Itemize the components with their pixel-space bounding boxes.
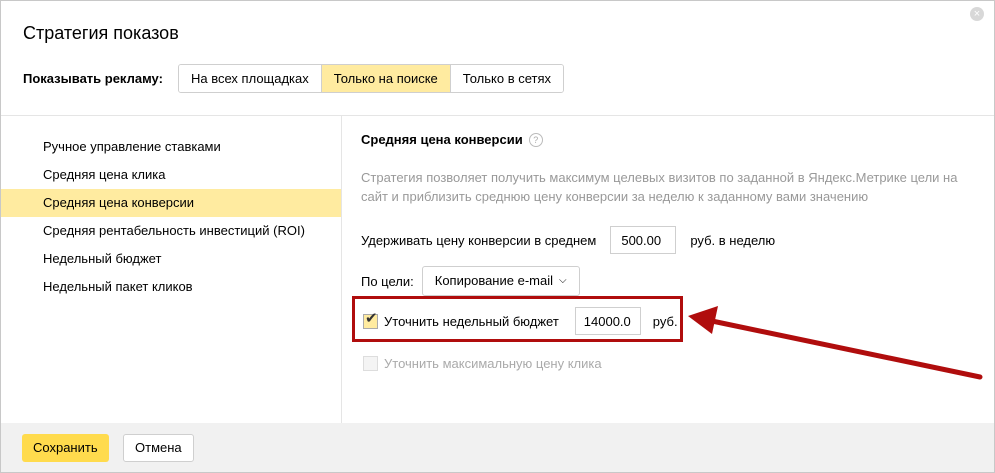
goal-label: По цели: xyxy=(361,273,414,289)
weekly-budget-row: ✔ Уточнить недельный бюджет 14000.0 руб. xyxy=(363,306,678,336)
chevron-down-icon: ⌵ xyxy=(558,275,567,286)
help-icon[interactable]: ? xyxy=(528,132,543,147)
max-click-label: Уточнить максимальную цену клика xyxy=(384,355,602,371)
weekly-budget-checkbox[interactable]: ✔ xyxy=(363,310,378,329)
section-title-text: Средняя цена конверсии xyxy=(361,132,523,147)
strategy-list-panel: Ручное управление ставками Средняя цена … xyxy=(1,116,342,423)
goal-select[interactable]: Копирование e-mail ⌵ xyxy=(421,266,580,296)
close-icon[interactable]: × xyxy=(970,7,984,21)
weekly-budget-unit: руб. xyxy=(652,313,678,329)
weekly-budget-input[interactable]: 14000.0 xyxy=(574,307,641,335)
hold-price-unit: руб. в неделю xyxy=(690,232,776,248)
placement-label: Показывать рекламу: xyxy=(23,71,163,86)
save-button[interactable]: Сохранить xyxy=(22,434,109,462)
max-click-row: Уточнить максимальную цену клика xyxy=(363,353,602,373)
checkmark-icon: ✔ xyxy=(365,309,378,327)
goal-select-value: Копирование e-mail xyxy=(434,273,553,288)
strategy-item-roi[interactable]: Средняя рентабельность инвестиций (ROI) xyxy=(1,217,341,245)
weekly-budget-label: Уточнить недельный бюджет xyxy=(384,313,559,329)
goal-row: По цели: Копирование e-mail ⌵ xyxy=(361,266,580,296)
dialog-title: Стратегия показов xyxy=(23,23,179,43)
strategy-item-avg-cpc[interactable]: Средняя цена клика xyxy=(1,161,341,189)
strategy-details: Средняя цена конверсии ? Стратегия позво… xyxy=(342,116,994,423)
strategy-item-weekly-budget[interactable]: Недельный бюджет xyxy=(1,245,341,273)
strategy-list: Ручное управление ставками Средняя цена … xyxy=(1,133,341,301)
strategy-item-avg-cpa[interactable]: Средняя цена конверсии xyxy=(1,189,341,217)
hold-price-row: Удерживать цену конверсии в среднем 500.… xyxy=(361,225,775,255)
placement-option-search[interactable]: Только на поиске xyxy=(321,65,451,92)
strategy-description: Стратегия позволяет получить максимум це… xyxy=(361,170,958,204)
placement-option-all[interactable]: На всех площадках xyxy=(179,65,322,92)
strategy-dialog: Стратегия показов × Показывать рекламу: … xyxy=(0,0,995,473)
strategy-item-manual[interactable]: Ручное управление ставками xyxy=(1,133,341,161)
dialog-footer: Сохранить Отмена xyxy=(1,423,994,472)
section-title: Средняя цена конверсии ? xyxy=(361,132,543,147)
hold-price-label: Удерживать цену конверсии в среднем xyxy=(361,232,597,248)
hold-price-input[interactable]: 500.00 xyxy=(610,226,677,254)
placement-option-networks[interactable]: Только в сетях xyxy=(450,65,564,92)
cancel-button[interactable]: Отмена xyxy=(123,434,194,462)
placement-switch: На всех площадках Только на поиске Тольк… xyxy=(178,64,565,93)
max-click-checkbox[interactable] xyxy=(363,355,378,371)
strategy-item-weekly-clicks[interactable]: Недельный пакет кликов xyxy=(1,273,341,301)
